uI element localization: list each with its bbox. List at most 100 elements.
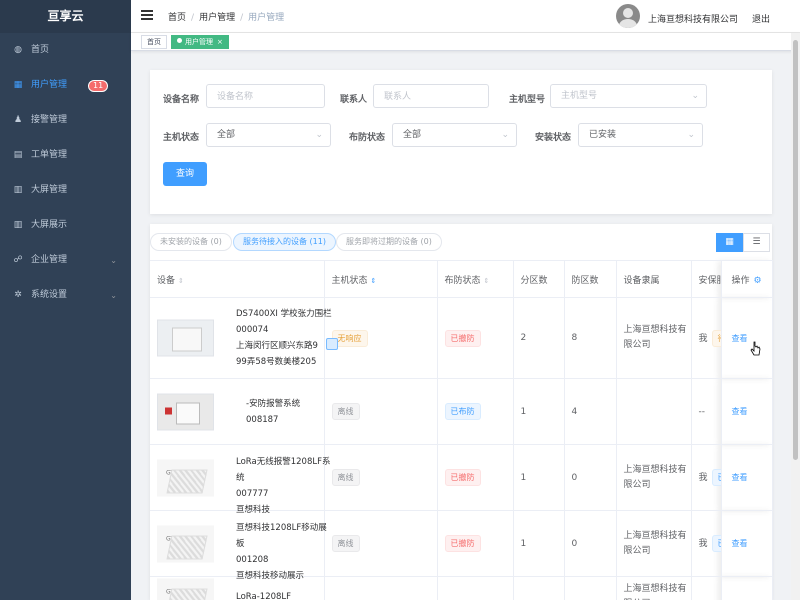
device-line: LoRa-1208LF bbox=[236, 592, 292, 600]
select-placeholder: 主机型号 bbox=[561, 91, 598, 101]
card-view-icon[interactable]: ▦ bbox=[716, 233, 743, 252]
device-line: 上海闵行区顺兴东路9 bbox=[236, 341, 318, 351]
arm-status-label: 布防状态 bbox=[349, 133, 386, 143]
arm-status-select[interactable]: 全部 ⌄ bbox=[392, 123, 517, 147]
active-dot-icon bbox=[177, 38, 182, 43]
device-table: 设备⇕ 主机状态⇕ 布防状态⇕ 分区数 防区数 设备隶属 安保服 操作⚙ DS7… bbox=[150, 260, 773, 600]
contact-input[interactable] bbox=[373, 84, 489, 108]
install-status-label: 安装状态 bbox=[535, 133, 572, 143]
zone-count-cell: 1 bbox=[513, 378, 565, 445]
owner-cell: 上海亘想科技有限公司 bbox=[616, 297, 692, 379]
tab-pending-access-devices[interactable]: 服务待接入的设备 (11) bbox=[233, 233, 336, 251]
model-label: GT-550 bbox=[166, 588, 188, 596]
view-link[interactable]: 查看 bbox=[732, 539, 748, 548]
status-badge: 已布防 bbox=[444, 403, 481, 420]
view-link[interactable]: 查看 bbox=[732, 334, 748, 343]
close-icon[interactable]: × bbox=[217, 38, 223, 46]
sort-icon[interactable]: ⇕ bbox=[484, 277, 490, 285]
select-value: 全部 bbox=[403, 130, 422, 140]
tags-bar: 首页 用户管理 × bbox=[131, 33, 800, 51]
chevron-down-icon: ⌄ bbox=[691, 91, 699, 101]
device-lines: 亘想科技1208LF移动展板 001208 亘想科技移动展示 bbox=[236, 520, 334, 584]
avatar[interactable] bbox=[616, 4, 640, 28]
zone-count-cell: 1 bbox=[513, 510, 565, 577]
device-thumbnail: GT-550 bbox=[157, 459, 214, 496]
tab-expiring-devices[interactable]: 服务即将过期的设备 (0) bbox=[336, 233, 442, 251]
table-body: DS7400XI 学校张力围栏 000074 上海闵行区顺兴东路9 99弄58号数美楼… bbox=[150, 297, 773, 600]
select-value: 已安装 bbox=[589, 130, 617, 140]
sidebar-item[interactable]: ▥ 大屏管理 bbox=[0, 173, 131, 208]
sidebar: 亘享云 ◍ 首页 ▦ 用户管理 11 ♟ 接警管理 ▤ 工单管理 ▥ 大屏管理 ▥ 大屏展示 ☍ 企业管理 ⌄… bbox=[0, 0, 131, 600]
column-header-arm-status[interactable]: 布防状态 ⇕ bbox=[437, 260, 514, 298]
view-link[interactable]: 查看 bbox=[732, 407, 748, 416]
logout-link[interactable]: 退出 bbox=[752, 12, 770, 25]
sidebar-item[interactable]: ♟ 接警管理 bbox=[0, 103, 131, 138]
tab-home[interactable]: 首页 bbox=[141, 35, 167, 49]
security-value: 我 bbox=[698, 539, 708, 549]
device-cell: DS7400XI 学校张力围栏 000074 上海闵行区顺兴东路9 99弄58号数美楼… bbox=[150, 297, 338, 379]
document-icon: ▤ bbox=[13, 150, 23, 160]
status-badge: 已撤防 bbox=[444, 329, 481, 347]
host-status-select[interactable]: 全部 ⌄ bbox=[206, 123, 331, 147]
scrollbar-thumb[interactable] bbox=[793, 40, 798, 460]
sidebar-item[interactable]: ☍ 企业管理 ⌄ bbox=[0, 243, 131, 278]
bar-chart-icon: ▥ bbox=[13, 185, 23, 195]
ops-cell: 查看 bbox=[721, 510, 773, 577]
security-tag: 已 bbox=[711, 469, 720, 486]
device-lines: DS7400XI 学校张力围栏 000074 上海闵行区顺兴东路9 99弄58号数美楼… bbox=[236, 306, 334, 370]
sidebar-item-label: 接警管理 bbox=[31, 115, 68, 125]
zone-count-cell: 1 bbox=[513, 444, 565, 511]
breadcrumb-item-user-mgmt[interactable]: 用户管理 bbox=[199, 13, 235, 23]
breadcrumb: 首页 / 用户管理 / 用户管理 bbox=[168, 10, 284, 23]
sidebar-item[interactable]: ✲ 系统设置 ⌄ bbox=[0, 278, 131, 313]
device-thumbnail: GT-550 bbox=[157, 578, 214, 600]
zone-count-cell: 2 bbox=[513, 297, 565, 379]
security-cell: 我待 bbox=[691, 297, 722, 379]
column-header-zone-count: 分区数 bbox=[513, 260, 565, 298]
sidebar-item-label: 企业管理 bbox=[31, 255, 68, 265]
bell-icon: ♟ bbox=[13, 115, 23, 125]
host-model-select[interactable]: 主机型号 ⌄ bbox=[550, 84, 707, 108]
query-button[interactable]: 查询 bbox=[163, 162, 207, 186]
owner-cell: 上海亘想科技有限公司 bbox=[616, 510, 692, 577]
column-header-device[interactable]: 设备 ⇕ bbox=[150, 260, 325, 298]
sidebar-item[interactable]: ▦ 用户管理 11 bbox=[0, 68, 131, 103]
table-row: GT-550 LoRa无线报警1208LF系统 007777 亘想科技 离线 已撤防 1 0 上… bbox=[150, 444, 773, 515]
dashboard-icon: ◍ bbox=[14, 45, 22, 55]
device-name-input[interactable] bbox=[206, 84, 325, 108]
list-view-icon[interactable]: ☰ bbox=[743, 233, 770, 252]
bar-chart-icon: ▥ bbox=[13, 220, 23, 230]
security-value: -- bbox=[698, 406, 706, 417]
tab-uninstalled-devices[interactable]: 未安装的设备 (0) bbox=[150, 233, 232, 251]
ops-cell: 查看 bbox=[721, 378, 773, 445]
sidebar-item[interactable]: ▥ 大屏展示 bbox=[0, 208, 131, 243]
gear-icon: ✲ bbox=[14, 290, 22, 300]
device-name-label: 设备名称 bbox=[163, 95, 200, 105]
sidebar-item-label: 工单管理 bbox=[31, 150, 68, 160]
hamburger-menu-icon[interactable] bbox=[141, 10, 153, 22]
company-name: 上海亘想科技有限公司 bbox=[648, 15, 739, 25]
ops-cell: 查看 bbox=[721, 444, 773, 511]
column-header-host-status[interactable]: 主机状态 ⇕ bbox=[324, 260, 438, 298]
device-info: GT-550 LoRa无线报警1208LF系统 007777 亘想科技 bbox=[150, 445, 330, 515]
view-link[interactable]: 查看 bbox=[732, 473, 748, 482]
gear-icon[interactable]: ⚙ bbox=[754, 276, 762, 286]
device-line: 000074 bbox=[236, 325, 269, 335]
arm-status-cell: 已撤防 bbox=[437, 510, 514, 577]
install-status-select[interactable]: 已安装 ⌄ bbox=[578, 123, 703, 147]
status-badge: 已撤防 bbox=[444, 535, 481, 552]
chevron-down-icon: ⌄ bbox=[315, 130, 323, 140]
sidebar-item[interactable]: ▤ 工单管理 bbox=[0, 138, 131, 173]
device-thumbnail bbox=[157, 319, 214, 357]
breadcrumb-item-home[interactable]: 首页 bbox=[168, 13, 186, 23]
device-info: GT-550 LoRa-1208LF bbox=[150, 577, 324, 600]
grid-icon: ▦ bbox=[13, 80, 23, 90]
sort-icon[interactable]: ⇕ bbox=[371, 277, 377, 285]
security-value: 我 bbox=[698, 333, 708, 344]
sidebar-item[interactable]: ◍ 首页 bbox=[0, 33, 131, 68]
tab-user-management[interactable]: 用户管理 × bbox=[171, 35, 229, 49]
map-location-icon[interactable] bbox=[326, 338, 338, 350]
sort-icon[interactable]: ⇕ bbox=[178, 277, 184, 285]
device-info: -安防报警系统 008187 bbox=[150, 379, 324, 444]
security-cell bbox=[691, 576, 722, 600]
